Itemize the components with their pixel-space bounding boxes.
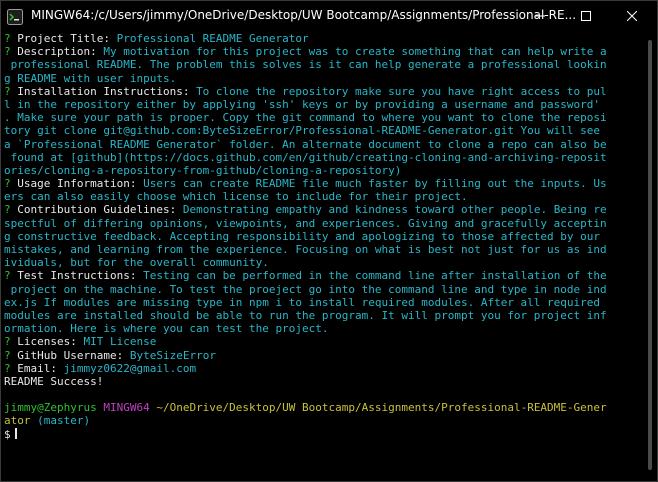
prompt-path: ~/OneDrive/Desktop/UW Bootcamp/Assignmen… bbox=[156, 401, 607, 415]
title-bar[interactable]: MINGW64:/c/Users/jimmy/OneDrive/Desktop/… bbox=[1, 1, 657, 31]
prompt-marker: ? bbox=[4, 335, 11, 349]
git-branch: (master) bbox=[37, 414, 91, 428]
prompt-marker: ? bbox=[4, 84, 11, 98]
prompt-line: ividuals, but for the overall community. bbox=[4, 256, 640, 269]
prompt-line: ers can also easily choose which license… bbox=[4, 190, 640, 203]
close-button[interactable] bbox=[609, 1, 655, 31]
prompt-line: ? Test Instructions: Testing can be perf… bbox=[4, 269, 640, 282]
prompt-line: tory git clone git@github.com:ByteSizeEr… bbox=[4, 124, 640, 137]
vertical-scrollbar[interactable] bbox=[646, 32, 654, 481]
prompt-line: mistakes, and learning from the experien… bbox=[4, 243, 640, 256]
prompt-answer: mistakes, and learning from the experien… bbox=[4, 243, 607, 256]
maximize-icon bbox=[581, 11, 591, 21]
prompt-line: a `Professional README Generator` folder… bbox=[4, 138, 640, 151]
maximize-button[interactable] bbox=[563, 1, 609, 31]
prompt-line: found at [github](https://docs.github.co… bbox=[4, 151, 640, 164]
close-icon bbox=[627, 11, 637, 21]
command-input-line[interactable]: $ bbox=[4, 427, 640, 441]
prompt-line: modules are installed should be able to … bbox=[4, 309, 640, 322]
prompt-line: professional README. The problem this so… bbox=[4, 58, 640, 71]
prompt-answer: tory git clone git@github.com:ByteSizeEr… bbox=[4, 124, 601, 138]
prompt-answer: Demonstrating empathy and kindness towar… bbox=[182, 203, 607, 217]
prompt-label: Test Instructions: bbox=[17, 269, 137, 283]
prompt-answer: Testing can be performed in the command … bbox=[143, 269, 607, 283]
prompt-user-host: jimmy@Zephyrus bbox=[4, 401, 97, 415]
prompt-line: ? Installation Instructions: To clone th… bbox=[4, 85, 640, 98]
terminal-window: MINGW64:/c/Users/jimmy/OneDrive/Desktop/… bbox=[0, 0, 658, 482]
prompt-label: GitHub Username: bbox=[17, 348, 124, 362]
prompt-answer: l in the repository either by applying '… bbox=[4, 97, 601, 111]
prompt-shell: MINGW64 bbox=[103, 401, 150, 415]
prompt-answer: spectful of differing opinions, viewpoin… bbox=[4, 216, 607, 230]
prompt-answer: My motivation for this project was to cr… bbox=[103, 45, 607, 59]
prompt-marker: ? bbox=[4, 177, 11, 191]
prompt-line: ? Description: My motivation for this pr… bbox=[4, 45, 640, 58]
result-message: README Success! bbox=[4, 374, 104, 388]
prompt-label: Licenses: bbox=[17, 335, 77, 349]
prompt-symbol: $ bbox=[4, 427, 11, 441]
prompt-label: Email: bbox=[17, 361, 57, 375]
prompt-line: ? Project Title: Professional README Gen… bbox=[4, 32, 640, 45]
prompt-answer: project on the machine. To test the proe… bbox=[4, 282, 607, 296]
prompt-answer: ex.js If modules are missing type in npm… bbox=[4, 295, 601, 309]
text-cursor bbox=[14, 427, 17, 439]
prompt-label: Description: bbox=[17, 45, 97, 59]
window-title: MINGW64:/c/Users/jimmy/OneDrive/Desktop/… bbox=[31, 8, 577, 22]
prompt-line: ? Licenses: MIT License bbox=[4, 335, 640, 348]
mingw-terminal-icon bbox=[7, 9, 23, 25]
prompt-marker: ? bbox=[4, 203, 11, 217]
prompt-marker: ? bbox=[4, 269, 11, 283]
prompt-answer: ories/cloning-a-repository-from-github/c… bbox=[4, 163, 402, 177]
prompt-line: g README with user inputs. bbox=[4, 72, 640, 85]
prompt-answer: jimmyz0622@gmail.com bbox=[63, 361, 197, 375]
prompt-answer: Users can create README file much faster… bbox=[143, 177, 607, 191]
prompt-line: ? Email: jimmyz0622@gmail.com bbox=[4, 362, 640, 375]
prompt-answer: ividuals, but for the overall community. bbox=[4, 256, 269, 270]
prompt-line: ? Usage Information: Users can create RE… bbox=[4, 177, 640, 190]
prompt-answer: a `Professional README Generator` folder… bbox=[4, 137, 607, 151]
prompt-marker: ? bbox=[4, 32, 11, 45]
prompt-answer: . Make sure your path is proper. Copy th… bbox=[4, 111, 607, 125]
prompt-line: ex.js If modules are missing type in npm… bbox=[4, 296, 640, 309]
prompt-answer: g README with user inputs. bbox=[4, 71, 177, 85]
prompt-line: project on the machine. To test the proe… bbox=[4, 283, 640, 296]
prompt-label: Installation Instructions: bbox=[17, 84, 190, 98]
prompt-label: Project Title: bbox=[17, 32, 110, 45]
prompt-line: spectful of differing opinions, viewpoin… bbox=[4, 217, 640, 230]
prompt-path-continued: ator bbox=[4, 414, 31, 428]
prompt-answer: ByteSizeError bbox=[129, 348, 216, 362]
terminal-output[interactable]: ? Project Title: Professional README Gen… bbox=[4, 32, 640, 478]
prompt-line: . Make sure your path is proper. Copy th… bbox=[4, 111, 640, 124]
minimize-icon bbox=[535, 15, 545, 17]
shell-prompt-line: ator (master) bbox=[4, 414, 640, 427]
prompt-answer: ormation. Here is where you can test the… bbox=[4, 322, 329, 336]
prompt-marker: ? bbox=[4, 361, 11, 375]
prompt-line: ormation. Here is where you can test the… bbox=[4, 322, 640, 335]
prompt-line: l in the repository either by applying '… bbox=[4, 98, 640, 111]
prompt-answer: g constructive feedback. Accepting respo… bbox=[4, 229, 601, 243]
scrollbar-thumb[interactable] bbox=[648, 40, 652, 470]
prompt-line: ? GitHub Username: ByteSizeError bbox=[4, 349, 640, 362]
prompt-answer: Professional README Generator bbox=[116, 32, 309, 45]
prompt-marker: ? bbox=[4, 348, 11, 362]
minimize-button[interactable] bbox=[517, 1, 563, 31]
prompt-line: ? Contribution Guidelines: Demonstrating… bbox=[4, 203, 640, 216]
prompt-line: ories/cloning-a-repository-from-github/c… bbox=[4, 164, 640, 177]
prompt-answer: MIT License bbox=[83, 335, 157, 349]
prompt-answer: found at [github](https://docs.github.co… bbox=[4, 150, 607, 164]
prompt-line: g constructive feedback. Accepting respo… bbox=[4, 230, 640, 243]
prompt-answer: To clone the repository make sure you ha… bbox=[196, 84, 607, 98]
prompt-answer: ers can also easily choose which license… bbox=[4, 190, 468, 204]
prompt-answer: professional README. The problem this so… bbox=[4, 58, 607, 72]
prompt-label: Usage Information: bbox=[17, 177, 137, 191]
prompt-answer: modules are installed should be able to … bbox=[4, 308, 607, 322]
shell-prompt-line: jimmy@Zephyrus MINGW64 ~/OneDrive/Deskto… bbox=[4, 401, 640, 414]
result-line: README Success! bbox=[4, 375, 640, 388]
prompt-label: Contribution Guidelines: bbox=[17, 203, 177, 217]
prompt-marker: ? bbox=[4, 45, 11, 59]
